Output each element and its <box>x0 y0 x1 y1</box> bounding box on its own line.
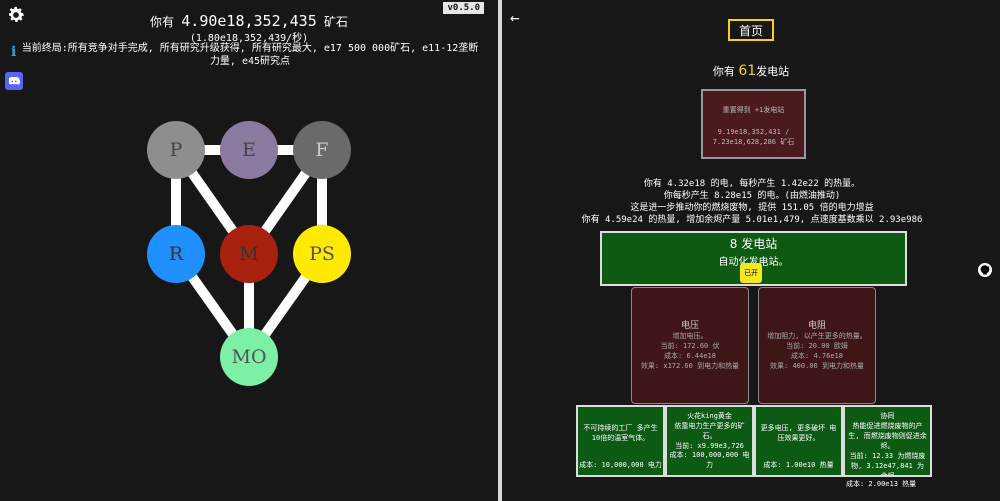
upgrade-desc: 增加电压。 <box>672 332 708 340</box>
node-mo[interactable]: MO <box>220 328 278 386</box>
generator-title: 协同 <box>880 412 895 420</box>
stations-suffix: 发电站 <box>756 65 790 78</box>
generator-desc: 热能促进燃烧废物的产生, 而燃烧废物则促进余烬。 <box>848 422 927 450</box>
power-panel: ← 首页 你有 61发电站 重置得到 +1发电站 9.19e18,352,431… <box>502 0 1000 501</box>
resistance-upgrade[interactable]: 电阻 增加阻力, 以产生更多的热量。 当前: 20.00 欧姆 成本: 4.76… <box>758 287 876 404</box>
upgrade-current: 当前: 172.60 伏 <box>660 342 720 350</box>
tree-panel: i v0.5.0 你有 4.90e18,352,435 矿石 (1.80e18,… <box>0 0 498 501</box>
node-m[interactable]: M <box>220 225 278 283</box>
upgrade-current: 当前: 20.00 欧姆 <box>786 342 848 350</box>
synergy-cost: 成本: 2.00e13 热量 <box>846 480 917 488</box>
stations-count: 61 <box>738 63 757 79</box>
upgrade-cost: 成本: 4.76e18 <box>791 352 843 360</box>
reset-button[interactable]: 重置得到 +1发电站 9.19e18,352,431 / 7.23e18,628… <box>701 89 806 159</box>
generator-current: 当前: 12.33 为燃烧废物, 3.12e47,841 为余烬 <box>849 452 926 477</box>
upgrade-title: 电阻 <box>807 321 826 331</box>
generator-desc: 不可持续的工厂 多产生10倍的温室气体。 <box>583 424 658 442</box>
github-cat-icon[interactable] <box>978 263 992 277</box>
reset-title: 重置得到 +1发电站 <box>722 106 785 114</box>
generator-cost: 成本: 100,000,000 电力 <box>669 451 750 469</box>
upgrade-title: 电压 <box>680 321 699 331</box>
voltage-upgrade[interactable]: 电压 增加电压。 当前: 172.60 伏 成本: 6.44e18 效果: x1… <box>631 287 749 404</box>
power-stats: 你有 4.32e18 的电, 每秒产生 1.42e22 的热量。 你每秒产生 8… <box>572 178 932 226</box>
automation-toggle-button[interactable]: 已开 <box>740 263 762 283</box>
generator-upgrade[interactable]: 不可持续的工厂 多产生10倍的温室气体。 成本: 10,000,000 电力 <box>576 405 665 477</box>
stat-line: 你有 4.59e24 的热量, 增加余烬产量 5.01e1,479, 点速度基数… <box>581 215 923 225</box>
generator-upgrade[interactable]: 更多电压, 更多破坏 电压效果更好。 成本: 1.00e10 热量 <box>754 405 843 477</box>
node-ps[interactable]: PS <box>293 225 351 283</box>
upgrade-effect: 效果: 400.00 到电力和热量 <box>770 362 864 370</box>
generator-title: 火花king黄金 <box>687 412 732 420</box>
generator-desc: 更多电压, 更多破坏 电压效果更好。 <box>760 424 837 442</box>
back-arrow-icon[interactable]: ← <box>510 8 520 27</box>
automation-title: 8 发电站 <box>729 237 778 251</box>
generator-upgrade[interactable]: 火花king黄金 依靠电力生产更多的矿石。 当前: x9.99e3,726 成本… <box>665 405 754 477</box>
upgrade-cost: 成本: 6.44e18 <box>664 352 716 360</box>
stations-prefix: 你有 <box>712 65 735 78</box>
upgrade-desc: 增加阻力, 以产生更多的热量。 <box>767 332 867 340</box>
upgrade-effect: 效果: x172.60 到电力和热量 <box>640 362 740 370</box>
generator-cost: 成本: 10,000,000 电力 <box>579 461 662 469</box>
node-r[interactable]: R <box>147 225 205 283</box>
node-p[interactable]: P <box>147 121 205 179</box>
synergy-upgrade[interactable]: 协同 热能促进燃烧废物的产生, 而燃烧废物则促进余烬。 当前: 12.33 为燃… <box>843 405 932 477</box>
stat-line: 这是进一步推动你的燃烧废物, 提供 151.05 倍的电力增益 <box>630 203 874 213</box>
generator-cost: 成本: 1.00e10 热量 <box>763 461 834 469</box>
power-station-count: 你有 61发电站 <box>502 63 1000 79</box>
stat-line: 你每秒产生 8.28e15 的电。(由燃油推动) <box>663 191 841 201</box>
node-f[interactable]: F <box>293 121 351 179</box>
node-e[interactable]: E <box>220 121 278 179</box>
reset-cost: 9.19e18,352,431 / 7.23e18,628,286 矿石 <box>712 128 795 146</box>
stat-line: 你有 4.32e18 的电, 每秒产生 1.42e22 的热量。 <box>643 179 861 189</box>
generator-desc: 依靠电力生产更多的矿石。 <box>674 422 745 440</box>
home-button[interactable]: 首页 <box>728 19 774 41</box>
